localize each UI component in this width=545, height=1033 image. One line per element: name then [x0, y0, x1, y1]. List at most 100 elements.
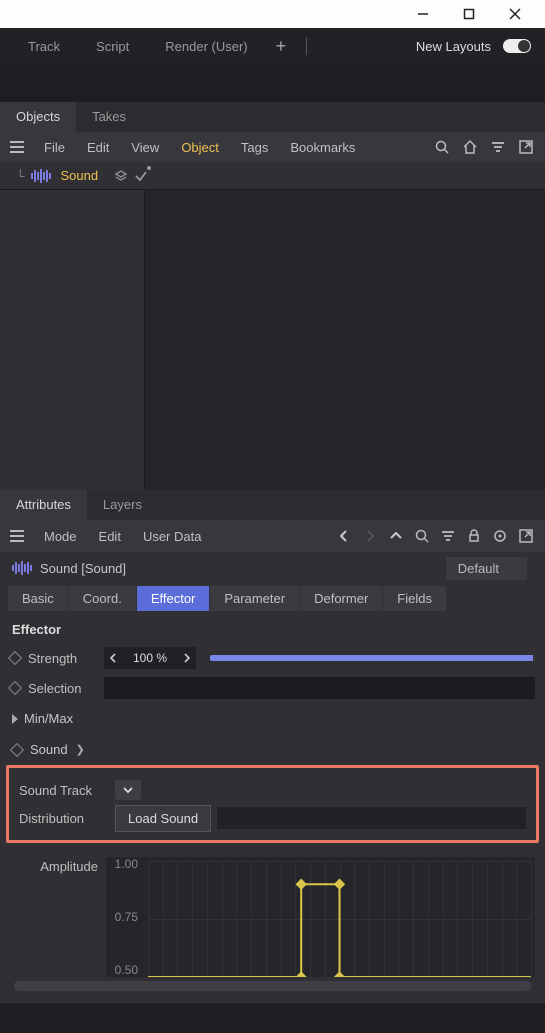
- objects-panel-tabs: Objects Takes: [0, 102, 545, 132]
- amplitude-y-ticks: 1.00 0.75 0.50: [106, 857, 144, 977]
- layout-bar: Track Script Render (User) + New Layouts: [0, 28, 545, 64]
- close-button[interactable]: [507, 6, 523, 22]
- distribution-row: Distribution Load Sound: [19, 804, 526, 832]
- tab-objects[interactable]: Objects: [0, 102, 76, 132]
- target-icon[interactable]: [491, 527, 509, 545]
- selection-label: Selection: [28, 681, 96, 696]
- minmax-label: Min/Max: [24, 711, 73, 726]
- add-layout-button[interactable]: +: [270, 36, 293, 57]
- layout-tab-render[interactable]: Render (User): [151, 35, 261, 58]
- minmax-row[interactable]: Min/Max: [10, 705, 535, 732]
- search-icon[interactable]: [413, 527, 431, 545]
- tab-fields[interactable]: Fields: [383, 586, 446, 611]
- menu-edit[interactable]: Edit: [89, 525, 131, 548]
- chevron-right-icon: ❯: [76, 743, 85, 756]
- popout-icon[interactable]: [517, 527, 535, 545]
- hamburger-icon[interactable]: [10, 530, 24, 542]
- distribution-field[interactable]: [217, 807, 526, 829]
- search-icon[interactable]: [433, 138, 451, 156]
- attribute-title-row: Sound [Sound] Default: [0, 552, 545, 584]
- tab-basic[interactable]: Basic: [8, 586, 68, 611]
- tree-right-pane[interactable]: [145, 190, 545, 490]
- check-icon[interactable]: [134, 169, 148, 183]
- tree-connector-icon: └: [16, 169, 25, 183]
- sound-track-label: Sound Track: [19, 783, 105, 798]
- horizontal-scrollbar[interactable]: [14, 981, 531, 991]
- tab-coord[interactable]: Coord.: [69, 586, 136, 611]
- popout-icon[interactable]: [517, 138, 535, 156]
- menu-user-data[interactable]: User Data: [133, 525, 212, 548]
- hamburger-icon[interactable]: [10, 141, 24, 153]
- layout-tab-track[interactable]: Track: [14, 35, 74, 58]
- menu-view[interactable]: View: [121, 136, 169, 159]
- home-icon[interactable]: [461, 138, 479, 156]
- menu-bookmarks[interactable]: Bookmarks: [280, 136, 365, 159]
- tab-effector[interactable]: Effector: [137, 586, 210, 611]
- tab-layers[interactable]: Layers: [87, 490, 158, 520]
- sound-wave-icon: [12, 561, 32, 575]
- amplitude-area: Amplitude 1.00 0.75 0.50: [10, 857, 535, 977]
- scrollbar-thumb[interactable]: [14, 981, 531, 991]
- back-arrow-icon[interactable]: [335, 527, 353, 545]
- sound-wave-icon: [31, 169, 51, 183]
- ytick-2: 0.50: [106, 963, 138, 977]
- keyframe-diamond-icon[interactable]: [8, 651, 22, 665]
- selection-row: Selection: [10, 675, 535, 701]
- layout-tab-script[interactable]: Script: [82, 35, 143, 58]
- preset-select[interactable]: Default: [446, 557, 527, 580]
- selection-field[interactable]: [104, 677, 535, 699]
- filter-icon[interactable]: [439, 527, 457, 545]
- effector-body: Effector Strength 100 % Selection Min/Ma…: [0, 612, 545, 1003]
- load-sound-button[interactable]: Load Sound: [115, 805, 211, 832]
- layouts-toggle[interactable]: [503, 39, 531, 53]
- ytick-0: 1.00: [106, 857, 138, 871]
- strength-slider[interactable]: [210, 655, 535, 661]
- object-tree-item-label: Sound: [61, 168, 99, 183]
- maximize-button[interactable]: [461, 6, 477, 22]
- strength-row: Strength 100 %: [10, 645, 535, 671]
- expand-triangle-icon: [12, 714, 18, 724]
- menu-object[interactable]: Object: [171, 136, 229, 159]
- tab-attributes[interactable]: Attributes: [0, 490, 87, 520]
- menu-edit[interactable]: Edit: [77, 136, 119, 159]
- object-tree-row[interactable]: └ Sound: [0, 162, 545, 190]
- effector-header: Effector: [10, 618, 535, 645]
- strength-label: Strength: [28, 651, 96, 666]
- sound-settings-highlight: Sound Track Distribution Load Sound: [6, 765, 539, 843]
- object-tree-body: [0, 190, 545, 490]
- attributes-panel-tabs: Attributes Layers: [0, 490, 545, 520]
- increment-button[interactable]: [178, 647, 196, 669]
- tab-parameter[interactable]: Parameter: [210, 586, 299, 611]
- tree-left-pane[interactable]: [0, 190, 145, 490]
- strength-value[interactable]: 100 %: [122, 651, 178, 665]
- sound-track-row: Sound Track: [19, 776, 526, 804]
- keyframe-diamond-icon[interactable]: [8, 681, 22, 695]
- layers-icon[interactable]: [114, 169, 128, 183]
- preset-select-label: Default: [458, 561, 499, 576]
- objects-menu-bar: File Edit View Object Tags Bookmarks: [0, 132, 545, 162]
- strength-spinner[interactable]: 100 %: [104, 647, 196, 669]
- attributes-menu-bar: Mode Edit User Data: [0, 520, 545, 552]
- amplitude-chart[interactable]: 1.00 0.75 0.50: [106, 857, 535, 977]
- lock-icon[interactable]: [465, 527, 483, 545]
- distribution-label: Distribution: [19, 811, 105, 826]
- new-layouts-label: New Layouts: [416, 39, 491, 54]
- decrement-button[interactable]: [104, 647, 122, 669]
- up-arrow-icon[interactable]: [387, 527, 405, 545]
- filter-icon[interactable]: [489, 138, 507, 156]
- menu-file[interactable]: File: [34, 136, 75, 159]
- window-controls: [0, 0, 545, 28]
- tab-deformer[interactable]: Deformer: [300, 586, 382, 611]
- tab-takes[interactable]: Takes: [76, 102, 142, 132]
- sound-section-header[interactable]: Sound ❯: [10, 732, 535, 765]
- amplitude-label: Amplitude: [10, 857, 106, 977]
- minimize-button[interactable]: [415, 6, 431, 22]
- keyframe-diamond-icon[interactable]: [10, 742, 24, 756]
- amplitude-grid: [148, 861, 531, 977]
- menu-mode[interactable]: Mode: [34, 525, 87, 548]
- forward-arrow-icon[interactable]: [361, 527, 379, 545]
- attribute-sub-tabs: Basic Coord. Effector Parameter Deformer…: [0, 584, 545, 612]
- sound-track-dropdown[interactable]: [115, 780, 141, 800]
- sound-section-label: Sound: [30, 742, 68, 757]
- menu-tags[interactable]: Tags: [231, 136, 278, 159]
